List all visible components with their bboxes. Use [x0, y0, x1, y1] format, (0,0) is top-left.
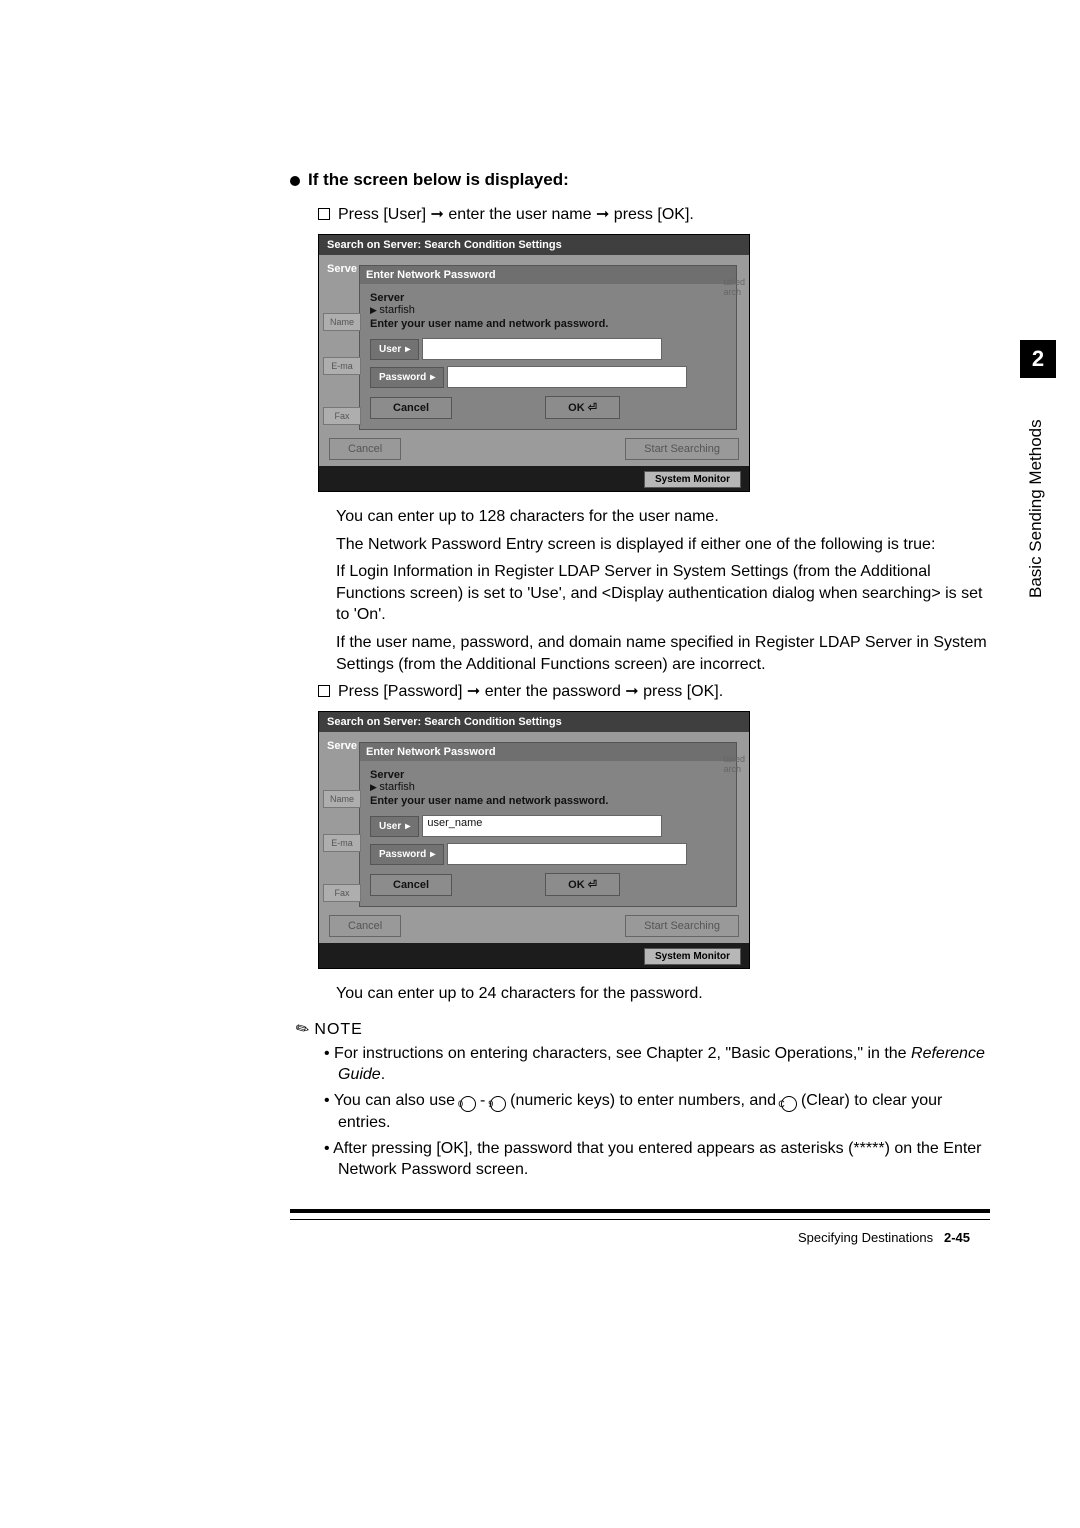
- page-content: If the screen below is displayed: Press …: [0, 0, 1080, 1245]
- para-5: You can enter up to 24 characters for th…: [336, 983, 990, 1005]
- modal-title: Enter Network Password: [360, 743, 736, 761]
- step-2-text: Press [Password] ➞ enter the password ➞ …: [338, 683, 723, 700]
- side-tab-fax[interactable]: Fax: [323, 407, 361, 425]
- side-tab-fax[interactable]: Fax: [323, 884, 361, 902]
- system-monitor-button[interactable]: System Monitor: [644, 948, 741, 965]
- screenshot-1: Search on Server: Search Condition Setti…: [318, 234, 750, 492]
- section-heading: If the screen below is displayed:: [290, 170, 990, 190]
- bullet-icon: [290, 176, 300, 186]
- key-9-icon: 9: [490, 1096, 506, 1112]
- password-modal: Enter Network Password Server starfish E…: [359, 265, 737, 430]
- step-1: Press [User] ➞ enter the user name ➞ pre…: [318, 204, 990, 224]
- serve-prefix: Serve: [327, 740, 357, 752]
- modal-buttons: Cancel OK: [370, 873, 726, 896]
- system-monitor-bar: System Monitor: [319, 943, 749, 968]
- password-button[interactable]: Password: [370, 844, 444, 865]
- ok-button[interactable]: OK: [545, 873, 620, 896]
- modal-body: Server starfish Enter your user name and…: [360, 284, 736, 429]
- password-field: Password: [370, 366, 726, 388]
- password-button[interactable]: Password: [370, 367, 444, 388]
- user-input[interactable]: [422, 338, 662, 360]
- cancel-button[interactable]: Cancel: [370, 874, 452, 896]
- side-tab-email[interactable]: E-ma: [323, 834, 361, 852]
- step-2: Press [Password] ➞ enter the password ➞ …: [318, 681, 990, 701]
- server-label: Server: [370, 769, 726, 781]
- key-0-icon: 0: [460, 1096, 476, 1112]
- note-2a: You can also use: [334, 1092, 460, 1109]
- screenshot-title: Search on Server: Search Condition Setti…: [319, 712, 749, 732]
- para-2: The Network Password Entry screen is dis…: [336, 534, 990, 556]
- screenshot-body: Name E-ma Fax Serve Enter Network Passwo…: [319, 255, 749, 430]
- footer-rule: [290, 1209, 990, 1220]
- note-item-1: For instructions on entering characters,…: [324, 1043, 990, 1086]
- note-heading: ✎NOTE: [296, 1019, 990, 1039]
- note-item-3: After pressing [OK], the password that y…: [324, 1138, 990, 1181]
- note-item-2: You can also use 0 - 9 (numeric keys) to…: [324, 1090, 990, 1134]
- note-2c: (numeric keys) to enter numbers, and: [506, 1092, 781, 1109]
- password-modal: Enter Network Password Server starfish E…: [359, 742, 737, 907]
- modal-instruction: Enter your user name and network passwor…: [370, 318, 726, 330]
- modal-instruction: Enter your user name and network passwor…: [370, 795, 726, 807]
- user-button[interactable]: User: [370, 339, 419, 360]
- cancel-button[interactable]: Cancel: [370, 397, 452, 419]
- pencil-icon: ✎: [292, 1016, 314, 1041]
- modal-body: Server starfish Enter your user name and…: [360, 761, 736, 906]
- para-1: You can enter up to 128 characters for t…: [336, 506, 990, 528]
- footer-title: Specifying Destinations: [798, 1230, 933, 1245]
- screenshot-title: Search on Server: Search Condition Setti…: [319, 235, 749, 255]
- user-field: User user_name: [370, 815, 726, 837]
- server-label: Server: [370, 292, 726, 304]
- chapter-tab: 2 Basic Sending Methods: [1020, 340, 1056, 614]
- screenshot-footer: Cancel Start Searching: [319, 430, 749, 466]
- start-searching-button[interactable]: Start Searching: [625, 438, 739, 460]
- page-number: 2-45: [944, 1230, 970, 1245]
- chapter-number: 2: [1020, 340, 1056, 378]
- page-footer: Specifying Destinations 2-45: [290, 1230, 990, 1245]
- server-name: starfish: [370, 781, 726, 793]
- para-4: If the user name, password, and domain n…: [336, 632, 990, 675]
- modal-buttons: Cancel OK: [370, 396, 726, 419]
- modal-title: Enter Network Password: [360, 266, 736, 284]
- ok-button[interactable]: OK: [545, 396, 620, 419]
- note-1a: For instructions on entering characters,…: [334, 1045, 911, 1062]
- system-monitor-bar: System Monitor: [319, 466, 749, 491]
- user-field: User: [370, 338, 726, 360]
- side-tab-email[interactable]: E-ma: [323, 357, 361, 375]
- outer-cancel-button[interactable]: Cancel: [329, 915, 401, 937]
- server-name: starfish: [370, 304, 726, 316]
- checkbox-icon: [318, 685, 330, 697]
- note-block: ✎NOTE For instructions on entering chara…: [296, 1019, 990, 1181]
- screenshot-2: Search on Server: Search Condition Setti…: [318, 711, 750, 969]
- user-input[interactable]: user_name: [422, 815, 662, 837]
- para-3: If Login Information in Register LDAP Se…: [336, 561, 990, 626]
- start-searching-button[interactable]: Start Searching: [625, 915, 739, 937]
- chapter-title: Basic Sending Methods: [1020, 378, 1052, 614]
- system-monitor-button[interactable]: System Monitor: [644, 471, 741, 488]
- password-input[interactable]: [447, 843, 687, 865]
- side-tab-name[interactable]: Name: [323, 790, 361, 808]
- note-heading-text: NOTE: [314, 1021, 362, 1038]
- screenshot-body: Name E-ma Fax Serve Enter Network Passwo…: [319, 732, 749, 907]
- password-input[interactable]: [447, 366, 687, 388]
- user-button[interactable]: User: [370, 816, 419, 837]
- step-1-text: Press [User] ➞ enter the user name ➞ pre…: [338, 206, 694, 223]
- checkbox-icon: [318, 208, 330, 220]
- key-c-icon: C: [781, 1096, 797, 1112]
- password-field: Password: [370, 843, 726, 865]
- note-1c: .: [381, 1066, 385, 1083]
- heading-text: If the screen below is displayed:: [308, 170, 569, 189]
- side-tab-name[interactable]: Name: [323, 313, 361, 331]
- screenshot-footer: Cancel Start Searching: [319, 907, 749, 943]
- serve-prefix: Serve: [327, 263, 357, 275]
- outer-cancel-button[interactable]: Cancel: [329, 438, 401, 460]
